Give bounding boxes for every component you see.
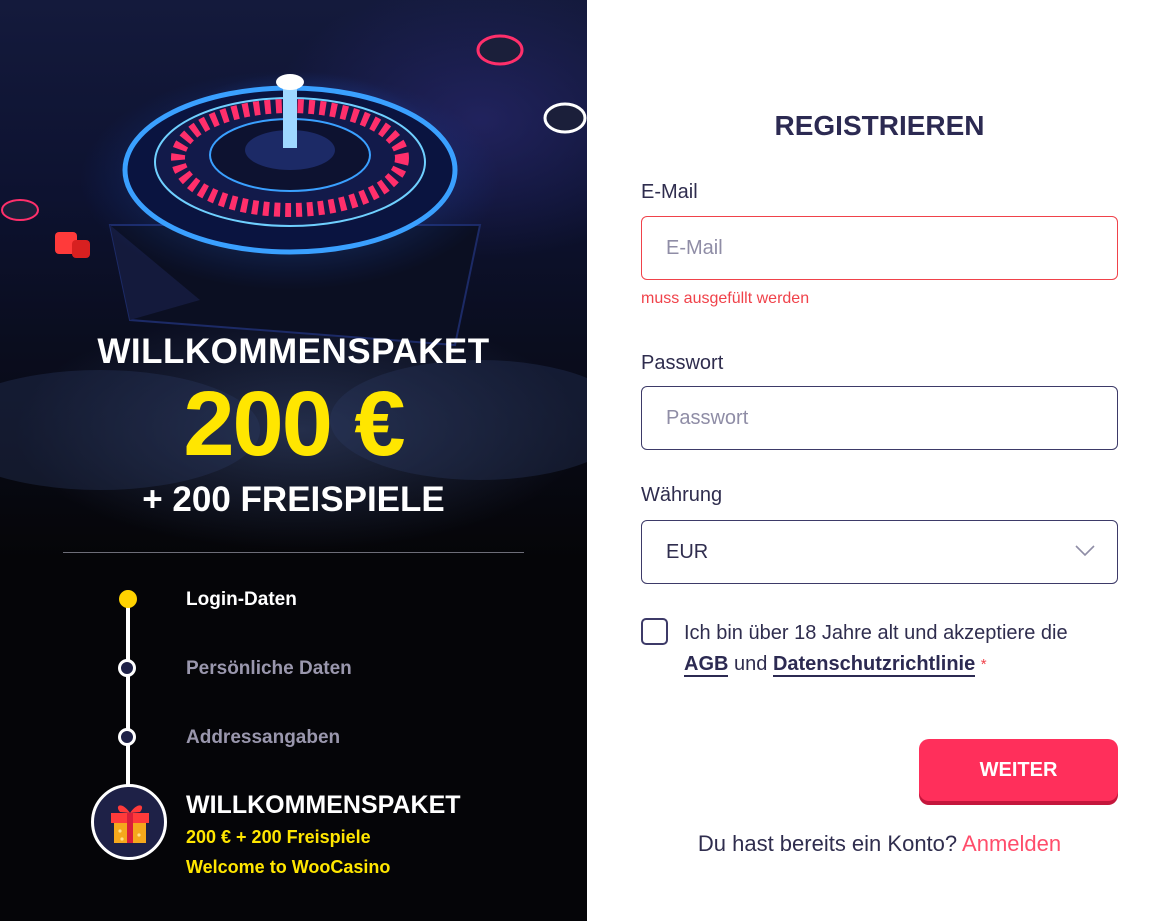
currency-label: Währung (641, 484, 723, 506)
currency-select[interactable]: EUR (641, 520, 1118, 584)
promo-panel: WILLKOMMENSPAKET 200 € + 200 FREISPIELE … (0, 0, 587, 921)
privacy-policy-link[interactable]: Datenschutzrichtlinie (772, 653, 976, 677)
email-field-wrapper (641, 216, 1118, 280)
promo-divider (63, 552, 524, 553)
chevron-down-icon (1075, 545, 1095, 557)
email-label: E-Mail (641, 181, 698, 203)
roulette-hero-image (0, 0, 587, 560)
step-login-data: Login-Daten (186, 589, 297, 610)
promo-free-spins: + 200 FREISPIELE (142, 480, 445, 519)
continue-button[interactable]: WEITER (919, 739, 1118, 801)
email-error: muss ausgefüllt werden (641, 290, 810, 307)
gift-icon (111, 805, 149, 843)
step-address: Addressangaben (186, 727, 341, 748)
step-indicator-active (119, 590, 137, 608)
terms-text: Ich bin über 18 Jahre alt und akzeptiere… (684, 618, 1124, 680)
registration-panel: REGISTRIEREN E-Mail muss ausgefüllt werd… (587, 0, 1167, 921)
step-indicator (118, 728, 136, 746)
bonus-amount: 200 € + 200 Freispiele (186, 827, 371, 847)
promo-amount: 200 € (183, 373, 405, 475)
terms-and: und (734, 653, 768, 675)
email-field[interactable] (666, 236, 1093, 260)
form-title: REGISTRIEREN (774, 110, 985, 141)
currency-value: EUR (666, 540, 709, 563)
bonus-title: WILLKOMMENSPAKET (186, 791, 461, 819)
password-field[interactable] (666, 406, 1093, 430)
age-terms-checkbox[interactable] (641, 618, 668, 645)
bonus-welcome: Welcome to WooCasino (186, 857, 391, 877)
login-link[interactable]: Anmelden (962, 831, 1061, 856)
bonus-badge (91, 784, 167, 860)
roulette-illustration (0, 34, 587, 490)
promo-title: WILLKOMMENSPAKET (97, 332, 490, 371)
login-prompt: Du hast bereits ein Konto? (697, 831, 958, 856)
password-field-wrapper (641, 386, 1118, 450)
terms-text-before: Ich bin über 18 Jahre alt und akzeptiere… (684, 622, 1068, 644)
password-label: Passwort (641, 352, 724, 374)
login-prompt-row: Du hast bereits ein Konto? Anmelden (587, 831, 1167, 857)
step-personal-data: Persönliche Daten (186, 658, 352, 679)
step-indicator (118, 659, 136, 677)
required-mark: * (980, 656, 987, 673)
agb-link[interactable]: AGB (684, 653, 729, 677)
